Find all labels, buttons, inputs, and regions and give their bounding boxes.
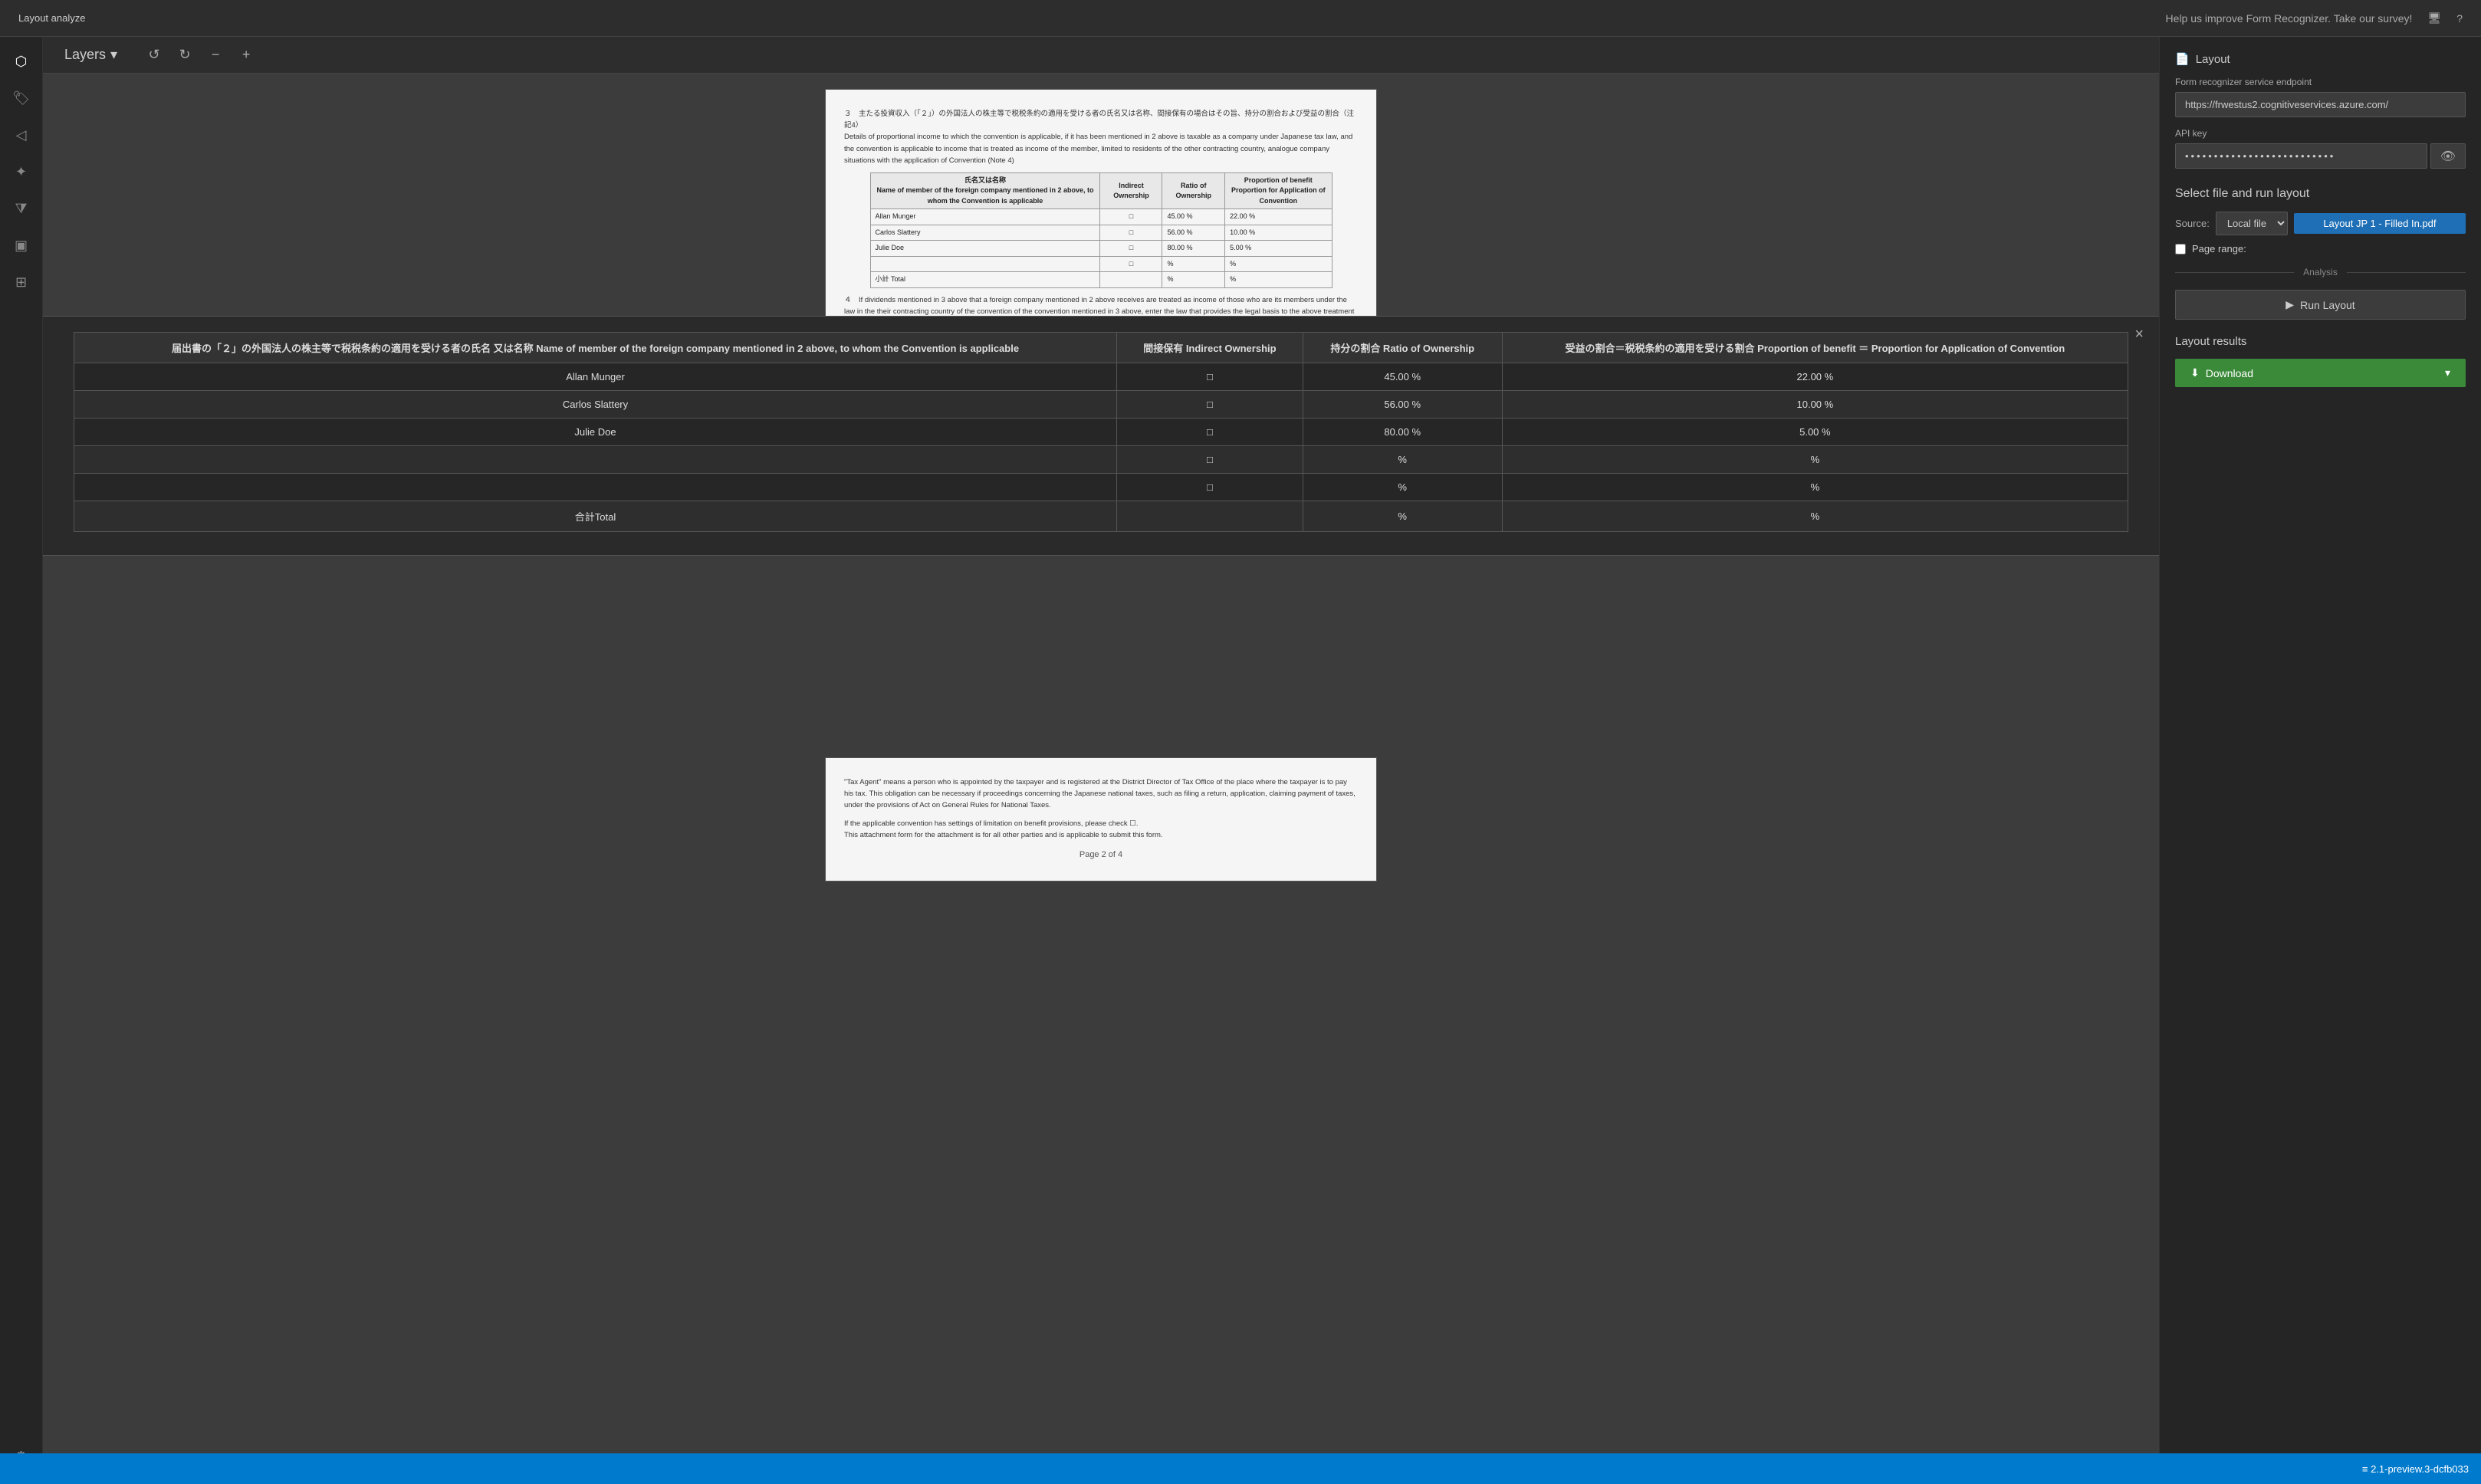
table-header-ratio: 持分の割合 Ratio of Ownership xyxy=(1303,333,1502,363)
run-icon: ▶ xyxy=(2285,298,2294,311)
api-key-row: 👁 xyxy=(2175,143,2466,169)
cell-name: Julie Doe xyxy=(74,419,1117,446)
api-key-input[interactable] xyxy=(2175,143,2427,169)
cell-proportion: % xyxy=(1502,474,2128,501)
cell-ratio: 45.00 % xyxy=(1303,363,1502,391)
popup-close-button[interactable]: × xyxy=(2134,326,2144,343)
sidebar-tag-icon[interactable]: 🏷 xyxy=(6,83,37,113)
analysis-label: Analysis xyxy=(2303,267,2338,277)
table-header-proportion: 受益の割合＝税税条約の適用を受ける割合 Proportion of benefi… xyxy=(1502,333,2128,363)
cell-name: Carlos Slattery xyxy=(74,391,1117,419)
sidebar-back-icon[interactable]: ◁ xyxy=(6,120,37,150)
sidebar-puzzle-icon[interactable]: ⧩ xyxy=(6,193,37,224)
question-icon[interactable]: ? xyxy=(2456,12,2463,25)
cell-ratio: 56.00 % xyxy=(1303,391,1502,419)
zoom-out-button[interactable]: − xyxy=(203,43,228,67)
cell-checkbox: □ xyxy=(1117,391,1303,419)
page-number: Page 2 of 4 xyxy=(844,849,1358,862)
download-chevron-icon: ▾ xyxy=(2445,366,2450,379)
popup-table: 届出書の「２」の外国法人の株主等で税税条約の適用を受ける者の氏名 又は名称 Na… xyxy=(74,332,2128,532)
cell-checkbox: □ xyxy=(1117,363,1303,391)
redo-button[interactable]: ↻ xyxy=(173,43,197,67)
download-label: Download xyxy=(2206,367,2253,379)
table-row: Carlos Slattery □ 56.00 % 10.00 % xyxy=(74,391,2128,419)
toggle-password-button[interactable]: 👁 xyxy=(2430,143,2466,169)
page-range-checkbox[interactable] xyxy=(2175,244,2186,254)
run-layout-button[interactable]: ▶ Run Layout xyxy=(2175,290,2466,320)
doc-para-1: ３ 主たる投資収入（「２」）の外国法人の株主等で税税条約の適用を受ける者の氏名又… xyxy=(844,108,1358,166)
analysis-divider: Analysis xyxy=(2175,267,2466,277)
api-key-label: API key xyxy=(2175,128,2466,139)
layers-button[interactable]: Layers ▾ xyxy=(58,44,123,66)
sidebar: ⬡ 🏷 ◁ ✦ ⧩ ▣ ⊞ ⚙ xyxy=(0,37,43,1484)
cell-ratio: % xyxy=(1303,474,1502,501)
sidebar-group-icon[interactable]: ▣ xyxy=(6,230,37,261)
cell-proportion: 5.00 % xyxy=(1502,419,2128,446)
doc2-para-2: If the applicable convention has setting… xyxy=(844,818,1358,841)
cell-ratio: % xyxy=(1303,501,1502,532)
zoom-in-button[interactable]: + xyxy=(234,43,258,67)
cell-checkbox: □ xyxy=(1117,446,1303,474)
table-row: 合計Total % % xyxy=(74,501,2128,532)
table-row: Julie Doe □ 80.00 % 5.00 % xyxy=(74,419,2128,446)
table-header-name: 届出書の「２」の外国法人の株主等で税税条約の適用を受ける者の氏名 又は名称 Na… xyxy=(74,333,1117,363)
toolbar: Layers ▾ ↺ ↻ − + xyxy=(43,37,2481,74)
doc-embedded-table: 氏名又は名称Name of member of the foreign comp… xyxy=(870,172,1333,288)
sidebar-star-icon[interactable]: ✦ xyxy=(6,156,37,187)
source-label: Source: xyxy=(2175,218,2210,229)
layout-title: 📄 Layout xyxy=(2175,52,2466,66)
chevron-down-icon: ▾ xyxy=(110,47,117,63)
zoom-controls: ↺ ↻ − + xyxy=(142,43,258,67)
cell-name xyxy=(74,474,1117,501)
monitor-icon[interactable]: 🖥 xyxy=(2427,11,2441,25)
cell-proportion: 10.00 % xyxy=(1502,391,2128,419)
table-header-indirect: 間接保有 Indirect Ownership xyxy=(1117,333,1303,363)
cell-proportion: 22.00 % xyxy=(1502,363,2128,391)
page-range-label: Page range: xyxy=(2192,243,2246,254)
run-layout-label: Run Layout xyxy=(2300,299,2355,311)
cell-proportion: % xyxy=(1502,446,2128,474)
cell-proportion: % xyxy=(1502,501,2128,532)
cell-checkbox xyxy=(1117,501,1303,532)
cell-name: Allan Munger xyxy=(74,363,1117,391)
download-icon: ⬇ xyxy=(2190,366,2200,379)
endpoint-label: Form recognizer service endpoint xyxy=(2175,77,2466,87)
cell-name xyxy=(74,446,1117,474)
cell-ratio: 80.00 % xyxy=(1303,419,1502,446)
page-range-row: Page range: xyxy=(2175,243,2466,254)
help-text: Help us improve Form Recognizer. Take ou… xyxy=(2166,12,2413,25)
cell-checkbox: □ xyxy=(1117,474,1303,501)
table-row: □ % % xyxy=(74,474,2128,501)
right-panel: 📄 Layout Form recognizer service endpoin… xyxy=(2159,37,2481,1453)
main-content: ３ 主たる投資収入（「２」）の外国法人の株主等で税税条約の適用を受ける者の氏名又… xyxy=(43,74,2159,1453)
file-name-display: Layout JP 1 - Filled In.pdf xyxy=(2294,213,2466,234)
doc2-para-1: "Tax Agent" means a person who is appoin… xyxy=(844,776,1358,812)
topbar: Layout analyze Help us improve Form Reco… xyxy=(0,0,2481,37)
cell-checkbox: □ xyxy=(1117,419,1303,446)
table-popup: × 届出書の「２」の外国法人の株主等で税税条約の適用を受ける者の氏名 又は名称 … xyxy=(43,316,2159,556)
table-row: Allan Munger □ 45.00 % 22.00 % xyxy=(74,363,2128,391)
undo-button[interactable]: ↺ xyxy=(142,43,166,67)
select-file-title: Select file and run layout xyxy=(2175,187,2466,201)
sidebar-home-icon[interactable]: ⬡ xyxy=(6,46,37,77)
results-title: Layout results xyxy=(2175,335,2466,348)
document-preview-page2: "Tax Agent" means a person who is appoin… xyxy=(825,757,1377,882)
endpoint-input[interactable] xyxy=(2175,92,2466,117)
sidebar-table-icon[interactable]: ⊞ xyxy=(6,267,37,297)
source-select[interactable]: Local file xyxy=(2216,212,2288,235)
table-row: □ % % xyxy=(74,446,2128,474)
app-title: Layout analyze xyxy=(18,12,85,24)
download-button[interactable]: ⬇ Download ▾ xyxy=(2175,359,2466,387)
bottombar: ≡ 2.1-preview.3-dcfb033 xyxy=(0,1453,2481,1484)
cell-name: 合計Total xyxy=(74,501,1117,532)
topbar-right: Help us improve Form Recognizer. Take ou… xyxy=(2166,11,2463,25)
cell-ratio: % xyxy=(1303,446,1502,474)
layers-label: Layers xyxy=(64,47,106,63)
source-row: Source: Local file Layout JP 1 - Filled … xyxy=(2175,212,2466,235)
version-label: ≡ 2.1-preview.3-dcfb033 xyxy=(2362,1463,2469,1475)
layout-icon: 📄 xyxy=(2175,52,2190,66)
